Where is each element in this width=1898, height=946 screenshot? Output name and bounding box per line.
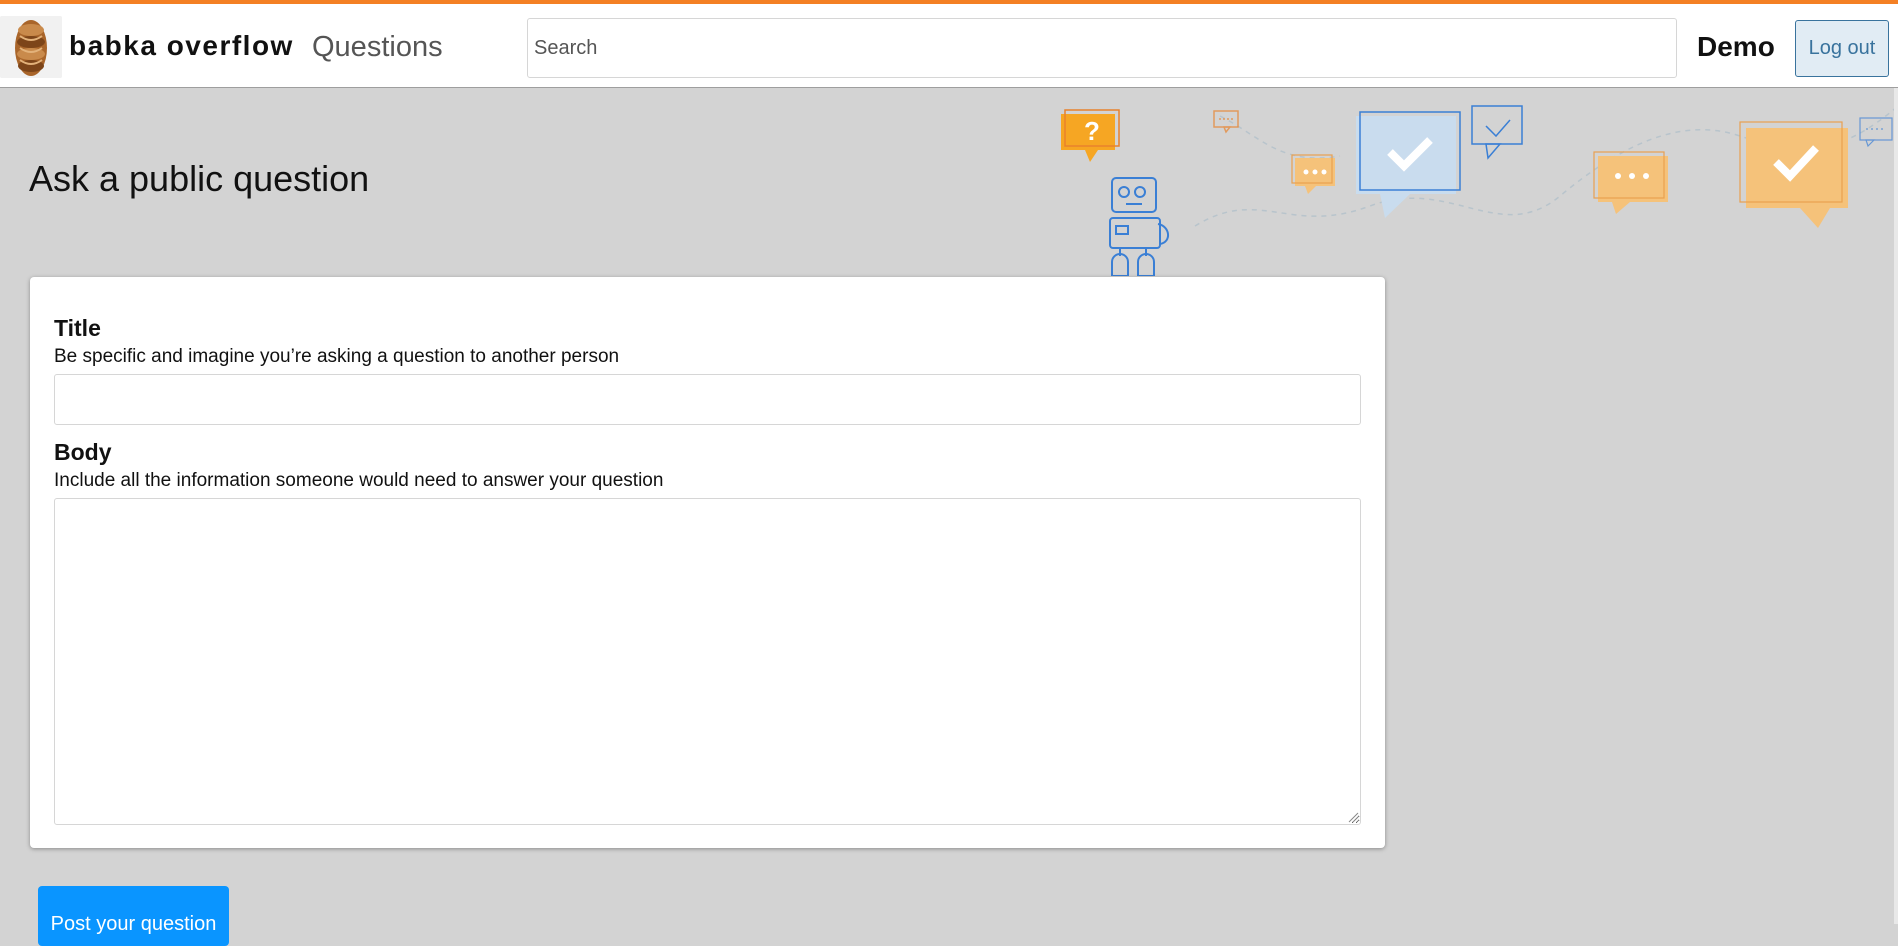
- brand-name[interactable]: babka overflow: [69, 30, 294, 62]
- small-check-bubble-icon: [1471, 105, 1523, 160]
- body-textarea[interactable]: [54, 498, 1361, 825]
- svg-text:?: ?: [1084, 116, 1100, 146]
- post-question-button[interactable]: Post your question: [38, 886, 229, 946]
- title-hint: Be specific and imagine you’re asking a …: [54, 346, 620, 367]
- large-check-bubble-icon: [1356, 111, 1461, 218]
- question-bubble-icon: ?: [1061, 109, 1120, 162]
- orange-check-bubble-icon: [1739, 121, 1848, 228]
- body-label: Body: [54, 439, 112, 465]
- small-chat-icon: [1213, 110, 1239, 134]
- tiny-blue-chat-icon: [1859, 117, 1893, 148]
- question-form-card: Title Be specific and imagine you’re ask…: [30, 277, 1385, 848]
- search-input[interactable]: [527, 18, 1677, 78]
- title-input[interactable]: [54, 374, 1361, 425]
- resize-grip-icon[interactable]: [1347, 811, 1359, 823]
- robot-chat-bubbles-illustration: ?: [1040, 96, 1898, 277]
- robot-icon: [1109, 177, 1169, 277]
- title-label: Title: [54, 315, 101, 341]
- nav-questions-link[interactable]: Questions: [312, 31, 443, 64]
- page-title: Ask a public question: [29, 158, 370, 199]
- page-scrollbar[interactable]: [1894, 88, 1898, 924]
- dots-bubble-icon: [1291, 154, 1335, 194]
- body-hint: Include all the information someone woul…: [54, 470, 664, 491]
- dots-bubble-icon-2: [1593, 151, 1668, 214]
- current-user-name: Demo: [1697, 31, 1775, 62]
- top-bar: babka overflow Questions Demo Log out: [0, 0, 1898, 88]
- logout-button[interactable]: Log out: [1795, 20, 1889, 77]
- babka-logo-icon[interactable]: [0, 16, 62, 78]
